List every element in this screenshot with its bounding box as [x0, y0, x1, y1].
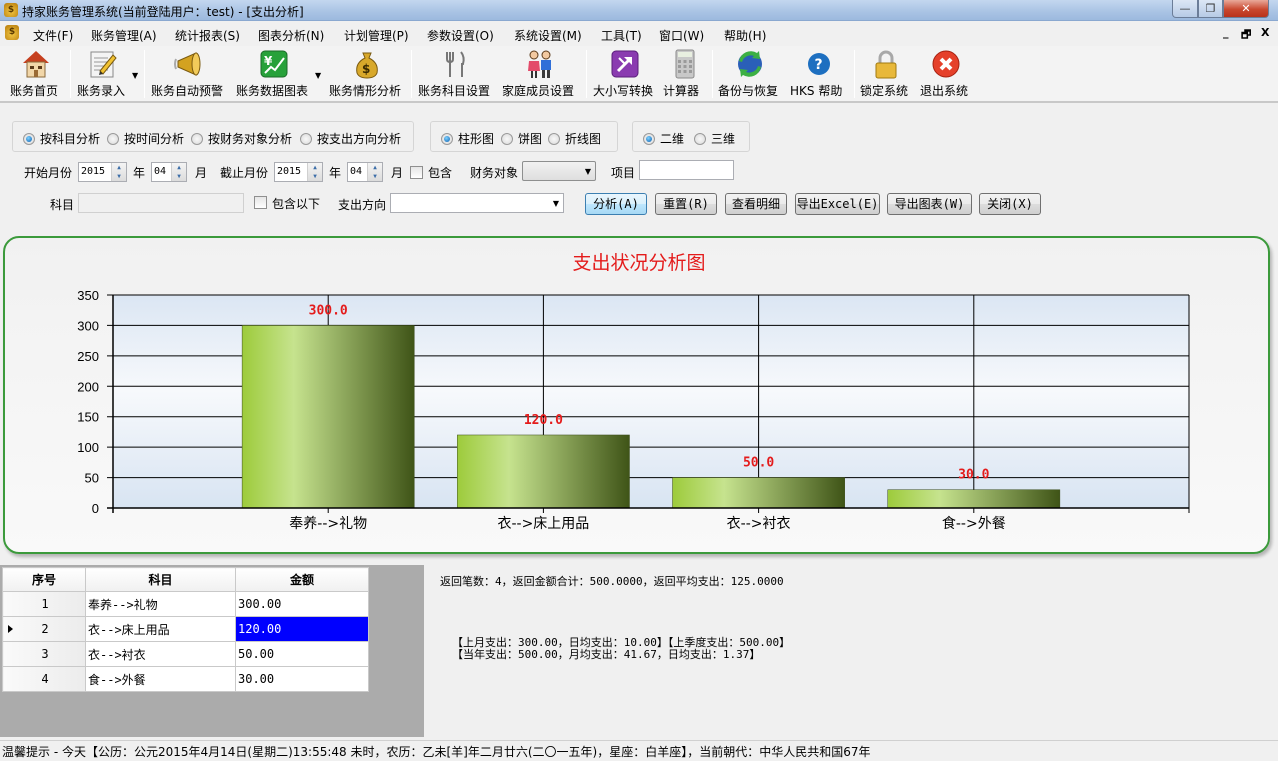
x-tick-label: 食-->外餐 [942, 515, 1006, 532]
y-tick-label: 100 [77, 440, 99, 455]
x-tick-label: 衣-->床上用品 [497, 516, 589, 532]
bar [241, 325, 415, 509]
row-number-text: 3 [41, 647, 49, 661]
row-pointer-icon [8, 625, 13, 633]
column-header-subject[interactable]: 科目 [85, 567, 236, 592]
cell-amount[interactable]: 30.00 [235, 666, 369, 692]
y-tick-label: 250 [77, 349, 99, 364]
cell-amount[interactable]: 300.00 [235, 591, 369, 617]
data-label: 120.0 [524, 413, 563, 428]
column-header-no[interactable]: 序号 [2, 567, 86, 592]
summary-line-1: 返回笔数：4，返回金额合计：500.0000，返回平均支出：125.0000 [440, 575, 784, 588]
row-number-text: 1 [41, 597, 49, 611]
table-row[interactable]: 2 衣-->床上用品 120.00 [2, 616, 369, 642]
data-label: 50.0 [743, 456, 774, 471]
bar [672, 477, 845, 509]
cell-subject[interactable]: 衣-->衬衣 [85, 641, 236, 667]
row-number-text: 4 [41, 672, 49, 686]
row-number[interactable]: 1 [2, 591, 86, 617]
data-grid: 序号 科目 金额 1 奉养-->礼物 300.00 2 衣-->床上用品 120.00 3 衣… [2, 567, 369, 692]
x-tick-label: 衣-->衬衣 [727, 516, 791, 532]
table-row[interactable]: 1 奉养-->礼物 300.00 [2, 591, 369, 617]
cell-subject[interactable]: 奉养-->礼物 [85, 591, 236, 617]
row-number-text: 2 [41, 622, 49, 636]
summary-line-3: 【当年支出：500.00，月均支出：41.67，日均支出：1.37】 [452, 648, 761, 661]
data-grid-panel: 序号 科目 金额 1 奉养-->礼物 300.00 2 衣-->床上用品 120.00 3 衣… [0, 565, 424, 737]
y-tick-label: 50 [85, 471, 99, 486]
y-tick-label: 150 [77, 410, 99, 425]
data-label: 300.0 [309, 303, 348, 318]
x-tick-label: 奉养-->礼物 [289, 516, 367, 532]
row-number[interactable]: 2 [2, 616, 86, 642]
row-number[interactable]: 3 [2, 641, 86, 667]
y-tick-label: 0 [92, 501, 99, 516]
cell-subject[interactable]: 食-->外餐 [85, 666, 236, 692]
cell-amount[interactable]: 120.00 [235, 616, 369, 642]
table-row[interactable]: 4 食-->外餐 30.00 [2, 666, 369, 692]
cell-subject[interactable]: 衣-->床上用品 [85, 616, 236, 642]
column-header-amount[interactable]: 金额 [235, 567, 369, 592]
status-bar: 温馨提示 - 今天【公历：公元2015年4月14日(星期二)13:55:48 未… [0, 740, 1278, 761]
table-row[interactable]: 3 衣-->衬衣 50.00 [2, 641, 369, 667]
bar-chart: 0 50 100 150 200 250 300 350 300.0 奉养-->礼物 120.0 衣-… [77, 288, 1190, 532]
y-tick-label: 300 [77, 318, 99, 333]
bar [457, 434, 630, 509]
y-tick-label: 350 [77, 288, 99, 303]
y-tick-label: 200 [77, 379, 99, 394]
row-number[interactable]: 4 [2, 666, 86, 692]
cell-amount[interactable]: 50.00 [235, 641, 369, 667]
bar [887, 489, 1061, 509]
data-label: 30.0 [958, 468, 989, 483]
